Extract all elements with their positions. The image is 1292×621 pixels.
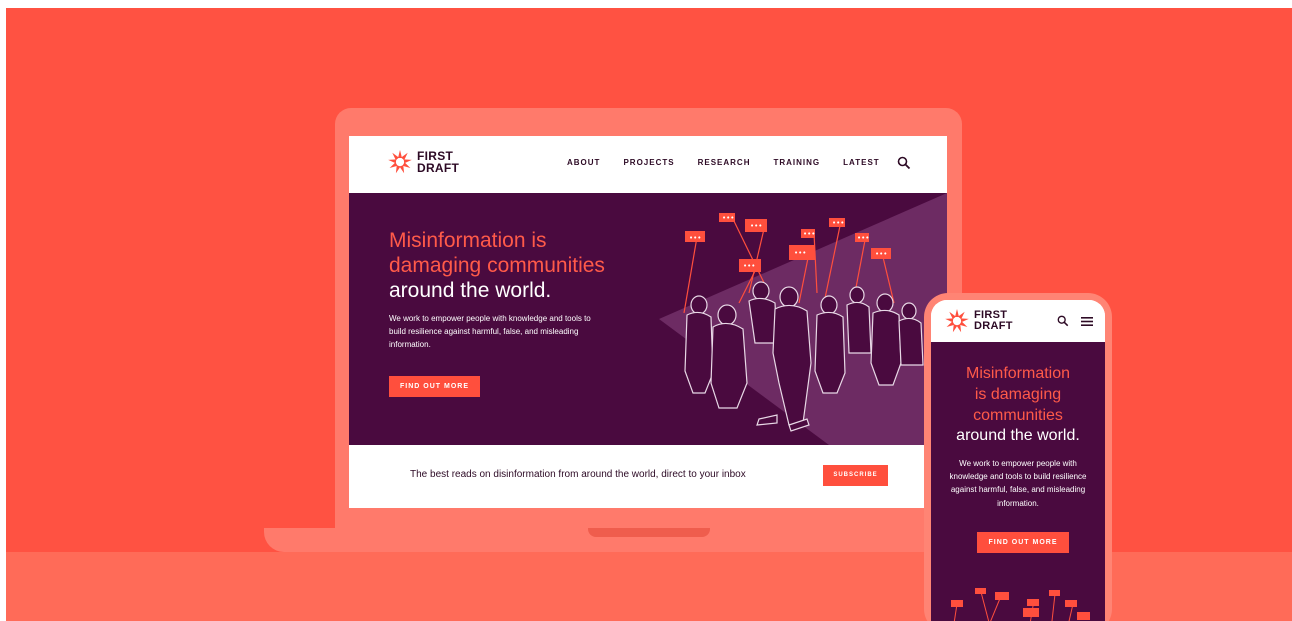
- nav-latest[interactable]: LATEST: [843, 158, 880, 167]
- find-out-more-button[interactable]: FIND OUT MORE: [389, 376, 480, 397]
- mockup-background: FIRST DRAFT ABOUT PROJECTS RESEARCH TRAI…: [6, 8, 1292, 621]
- site-header: FIRST DRAFT ABOUT PROJECTS RESEARCH TRAI…: [349, 136, 947, 193]
- svg-text:•••: •••: [875, 250, 887, 258]
- svg-text:•••: •••: [689, 234, 701, 242]
- hero-heading-line-1: Misinformation is: [389, 229, 547, 252]
- search-icon[interactable]: [897, 156, 911, 170]
- hero-heading: Misinformation is damaging communities a…: [389, 229, 669, 303]
- hero-heading-line-3: around the world.: [389, 278, 552, 302]
- logo-wordmark: FIRST DRAFT: [974, 310, 1013, 332]
- svg-text:•••: •••: [857, 234, 869, 242]
- desktop-site: FIRST DRAFT ABOUT PROJECTS RESEARCH TRAI…: [349, 136, 947, 508]
- mobile-heading-line-2: is damaging: [974, 385, 1062, 403]
- newsletter-bar: The best reads on disinformation from ar…: [349, 445, 947, 508]
- hero-heading-line-2: damaging communities: [389, 253, 605, 277]
- logo-wordmark: FIRST DRAFT: [417, 150, 459, 174]
- hero-description: We work to empower people with knowledge…: [389, 314, 591, 349]
- newsletter-text: The best reads on disinformation from ar…: [410, 469, 746, 480]
- svg-text:•••: •••: [794, 249, 806, 257]
- nav-about[interactable]: ABOUT: [567, 158, 600, 167]
- site-logo[interactable]: FIRST DRAFT: [388, 150, 459, 174]
- nav-projects[interactable]: PROJECTS: [623, 158, 674, 167]
- mobile-hero: Misinformation is damaging communities a…: [931, 342, 1105, 621]
- mobile-find-out-more-button[interactable]: FIND OUT MORE: [977, 532, 1069, 553]
- crowd-illustration: ••• ••• ••• ••• ••• ••• ••• ••• •••: [683, 213, 924, 432]
- mobile-heading-line-1: Misinformation: [965, 365, 1071, 382]
- mobile-crowd-illustration: [951, 588, 1090, 621]
- hamburger-menu-icon[interactable]: [1081, 316, 1093, 327]
- svg-text:•••: •••: [722, 214, 734, 222]
- svg-text:•••: •••: [750, 222, 762, 230]
- svg-text:•••: •••: [743, 262, 755, 270]
- subscribe-button[interactable]: SUBSCRIBE: [823, 465, 888, 486]
- mobile-hero-description: We work to empower people with knowledge…: [949, 459, 1087, 508]
- search-icon[interactable]: [1057, 315, 1069, 327]
- nav-training[interactable]: TRAINING: [773, 158, 820, 167]
- mobile-header: FIRST DRAFT: [931, 300, 1105, 342]
- mobile-heading-line-4: around the world.: [956, 427, 1080, 445]
- mobile-hero-heading: Misinformation is damaging communities a…: [931, 364, 1105, 447]
- mobile-site: FIRST DRAFT Misinformation is damaging c…: [931, 300, 1105, 621]
- logo-line-2: DRAFT: [417, 161, 460, 175]
- svg-text:•••: •••: [832, 219, 844, 227]
- logo-line-2: DRAFT: [974, 320, 1013, 332]
- mobile-logo[interactable]: FIRST DRAFT: [945, 309, 1013, 333]
- mobile-heading-line-3: communities: [973, 406, 1063, 424]
- svg-text:•••: •••: [803, 230, 815, 238]
- nav-research[interactable]: RESEARCH: [698, 158, 751, 167]
- first-draft-logo-icon: [945, 309, 969, 333]
- first-draft-logo-icon: [388, 150, 412, 174]
- hero-section: Misinformation is damaging communities a…: [349, 193, 947, 445]
- main-nav: ABOUT PROJECTS RESEARCH TRAINING LATEST: [567, 158, 903, 167]
- laptop-notch: [588, 528, 710, 537]
